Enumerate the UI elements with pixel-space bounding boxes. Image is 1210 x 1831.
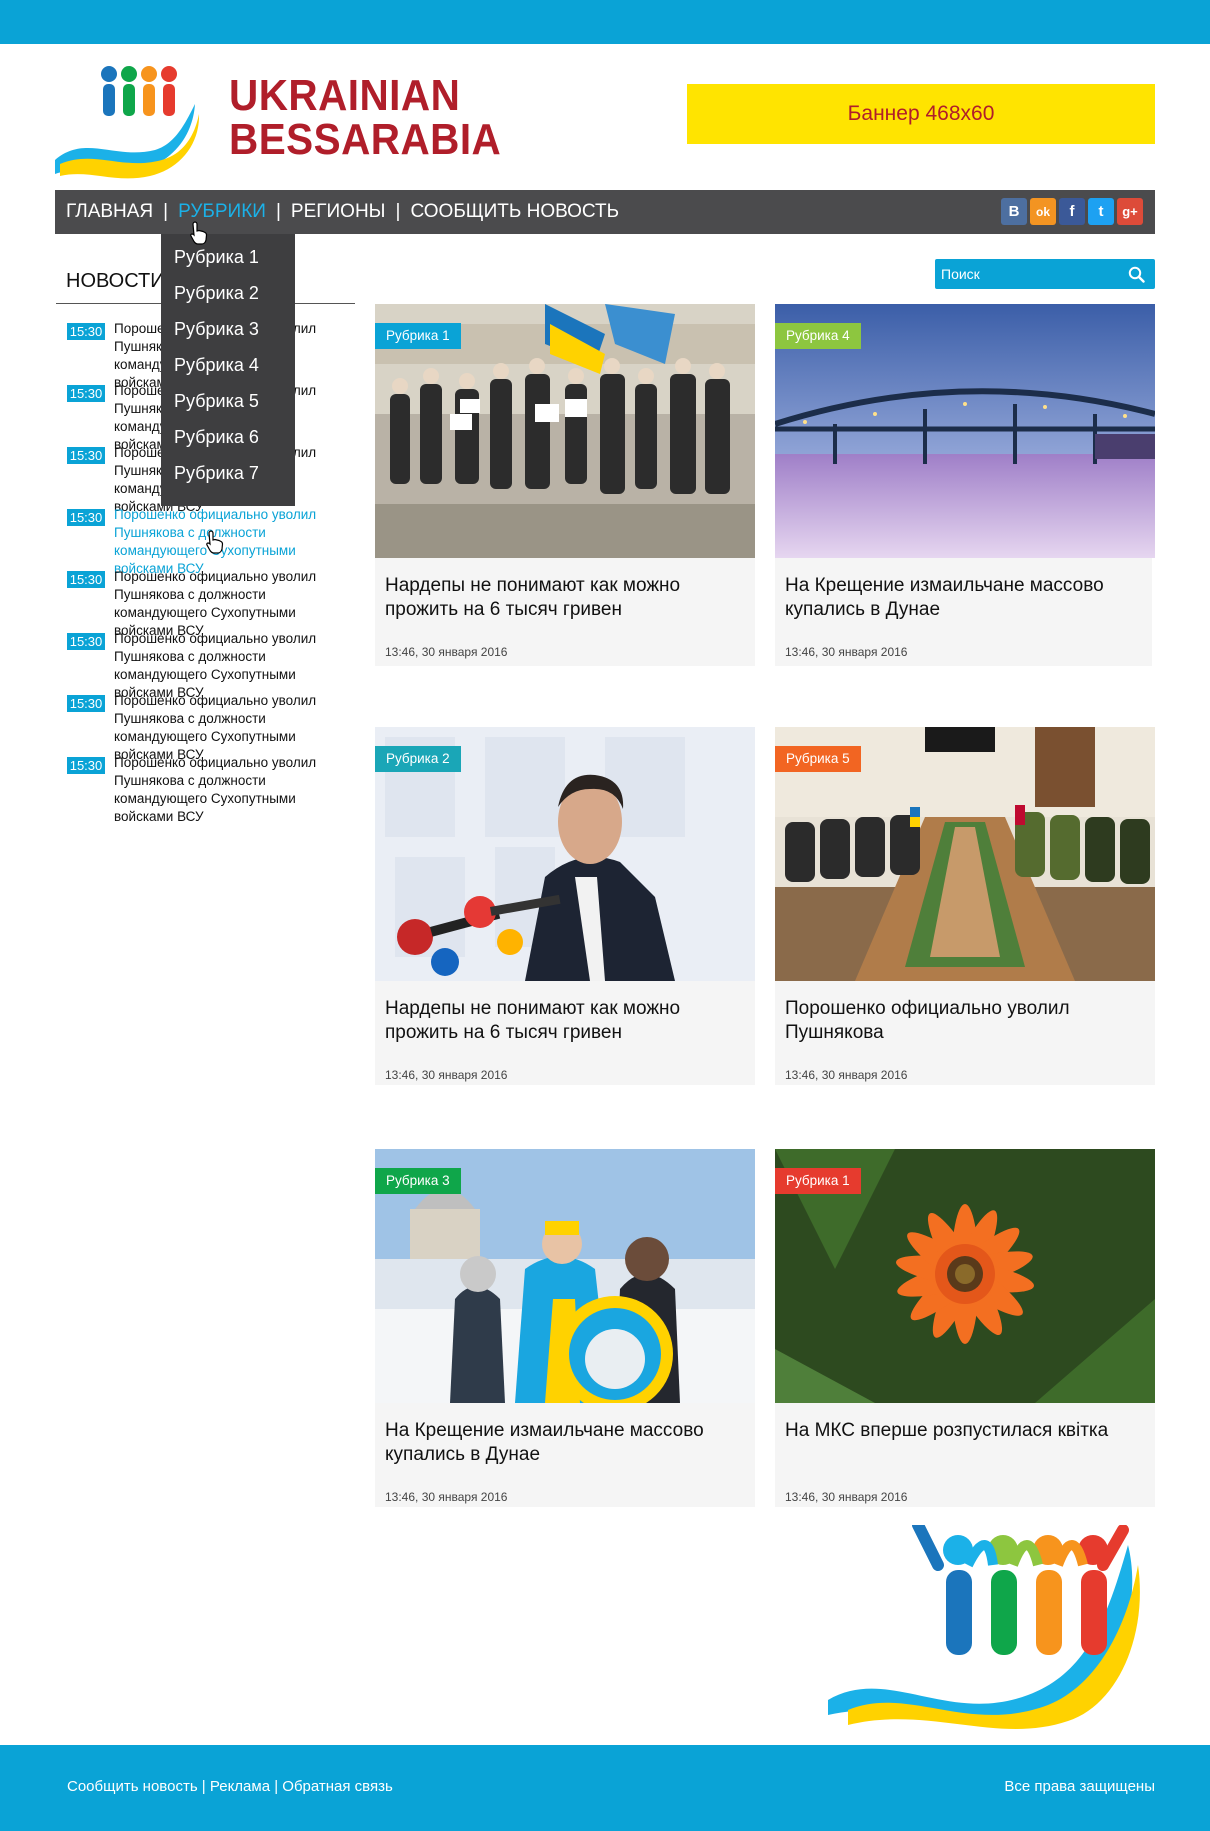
ad-banner[interactable]: Баннер 468x60: [687, 84, 1155, 144]
news-text[interactable]: Порошенко официально уволил Пушнякова с …: [114, 630, 329, 700]
news-text[interactable]: Порошенко официально уволил Пушнякова с …: [114, 754, 329, 824]
nav-separator: |: [395, 201, 401, 222]
logo-text: UKRAINIAN BESSARABIA: [229, 74, 501, 162]
card-date: 13:46, 30 января 2016: [785, 1490, 908, 1504]
footer-link-feedback[interactable]: Обратная связь: [282, 1778, 393, 1795]
hand-cursor-icon: [190, 221, 208, 245]
footer-separator: |: [270, 1778, 283, 1795]
news-card[interactable]: Рубрика 1 На МКС вперше розпустилася кві…: [775, 1149, 1155, 1507]
news-card[interactable]: Рубрика 4 На Крещение измаильчане массов…: [775, 304, 1155, 666]
hand-cursor-icon: [206, 530, 224, 554]
news-card[interactable]: Рубрика 3 На Крещение измаильчане массов…: [375, 1149, 755, 1507]
news-text[interactable]: Порошенко официально уволил Пушнякова с …: [114, 692, 329, 762]
footer-link-report-news[interactable]: Сообщить новость: [67, 1778, 198, 1795]
site-logo[interactable]: UKRAINIAN BESSARABIA: [55, 64, 535, 184]
news-text[interactable]: Порошенко официально уволил Пушнякова с …: [114, 568, 329, 638]
news-item[interactable]: 15:30 Порошенко официально уволил Пушняко…: [56, 692, 366, 762]
news-time: 15:30: [67, 509, 105, 526]
logo-line2: BESSARABIA: [229, 115, 502, 164]
card-tag[interactable]: Рубрика 1: [375, 323, 461, 349]
vk-icon[interactable]: В: [1001, 198, 1027, 225]
news-item[interactable]: 15:30 Порошенко официально уволил Пушняко…: [56, 630, 366, 700]
card-title[interactable]: На МКС вперше розпустилася квітка: [785, 1419, 1145, 1443]
card-date: 13:46, 30 января 2016: [385, 1068, 508, 1082]
top-bar: [0, 0, 1210, 44]
card-title[interactable]: На Крещение измаильчане массово купались…: [385, 1419, 745, 1467]
card-tag[interactable]: Рубрика 1: [775, 1168, 861, 1194]
dropdown-item[interactable]: Рубрика 2: [161, 278, 295, 314]
footer-links: Сообщить новость | Реклама | Обратная св…: [67, 1778, 393, 1795]
nav-item-rubrics[interactable]: РУБРИКИ: [178, 201, 266, 223]
search-box: [935, 259, 1155, 289]
dropdown-item[interactable]: Рубрика 4: [161, 350, 295, 386]
card-date: 13:46, 30 января 2016: [785, 645, 908, 659]
twitter-icon[interactable]: t: [1088, 198, 1114, 225]
dropdown-item[interactable]: Рубрика 5: [161, 386, 295, 422]
card-title[interactable]: Порошенко официально уволил Пушнякова: [785, 997, 1145, 1045]
news-item[interactable]: 15:30 Порошенко официально уволил Пушняко…: [56, 568, 366, 638]
dropdown-item[interactable]: Рубрика 6: [161, 422, 295, 458]
search-input[interactable]: [935, 259, 1115, 289]
banner-label: Баннер 468x60: [847, 102, 995, 125]
news-item[interactable]: 15:30 Порошенко официально уволил Пушняко…: [56, 754, 366, 824]
nav-item-report-news[interactable]: СООБЩИТЬ НОВОСТЬ: [410, 201, 619, 223]
news-time: 15:30: [67, 757, 105, 774]
card-title[interactable]: Нардепы не понимают как можно прожить на…: [385, 997, 745, 1045]
footer: Сообщить новость | Реклама | Обратная св…: [0, 1745, 1210, 1831]
nav-item-home[interactable]: ГЛАВНАЯ: [66, 201, 153, 223]
main-nav: ГЛАВНАЯ | РУБРИКИ | РЕГИОНЫ | СООБЩИТЬ Н…: [55, 190, 1155, 234]
search-icon[interactable]: [1128, 266, 1145, 283]
googleplus-icon[interactable]: g+: [1117, 198, 1143, 225]
nav-separator: |: [275, 201, 281, 222]
footer-link-ads[interactable]: Реклама: [210, 1778, 270, 1795]
news-card[interactable]: Рубрика 5 Порошенко официально уволил Пу…: [775, 727, 1155, 1085]
nav-item-regions[interactable]: РЕГИОНЫ: [291, 201, 386, 223]
card-title[interactable]: Нардепы не понимают как можно прожить на…: [385, 574, 745, 622]
dropdown-item[interactable]: Рубрика 3: [161, 314, 295, 350]
card-title[interactable]: На Крещение измаильчане массово купались…: [785, 574, 1145, 622]
card-date: 13:46, 30 января 2016: [385, 645, 508, 659]
news-card[interactable]: Рубрика 2 Нардепы не понимают как можно …: [375, 727, 755, 1085]
logo-line1: UKRAINIAN: [229, 71, 461, 120]
card-tag[interactable]: Рубрика 5: [775, 746, 861, 772]
news-time: 15:30: [67, 633, 105, 650]
news-time: 15:30: [67, 695, 105, 712]
footer-separator: |: [197, 1778, 210, 1795]
odnoklassniki-icon[interactable]: ok: [1030, 198, 1056, 225]
card-date: 13:46, 30 января 2016: [785, 1068, 908, 1082]
nav-separator: |: [163, 201, 169, 222]
news-time: 15:30: [67, 385, 105, 402]
dropdown-item[interactable]: Рубрика 1: [161, 242, 295, 278]
card-tag[interactable]: Рубрика 2: [375, 746, 461, 772]
card-tag[interactable]: Рубрика 3: [375, 1168, 461, 1194]
facebook-icon[interactable]: f: [1059, 198, 1085, 225]
rubrics-dropdown: Рубрика 1 Рубрика 2 Рубрика 3 Рубрика 4 …: [161, 234, 295, 506]
sidebar-title: НОВОСТИ: [66, 270, 165, 292]
logo-people-icon: [55, 66, 200, 179]
social-links: В ok f t g+: [1001, 198, 1143, 225]
card-tag[interactable]: Рубрика 4: [775, 323, 861, 349]
footer-rights: Все права защищены: [1004, 1778, 1155, 1795]
card-date: 13:46, 30 января 2016: [385, 1490, 508, 1504]
news-time: 15:30: [67, 323, 105, 340]
news-time: 15:30: [67, 447, 105, 464]
news-time: 15:30: [67, 571, 105, 588]
dropdown-item[interactable]: Рубрика 7: [161, 458, 295, 494]
footer-logo-icon: [828, 1525, 1140, 1729]
news-card[interactable]: Рубрика 1 Нардепы не понимают как можно …: [375, 304, 755, 666]
